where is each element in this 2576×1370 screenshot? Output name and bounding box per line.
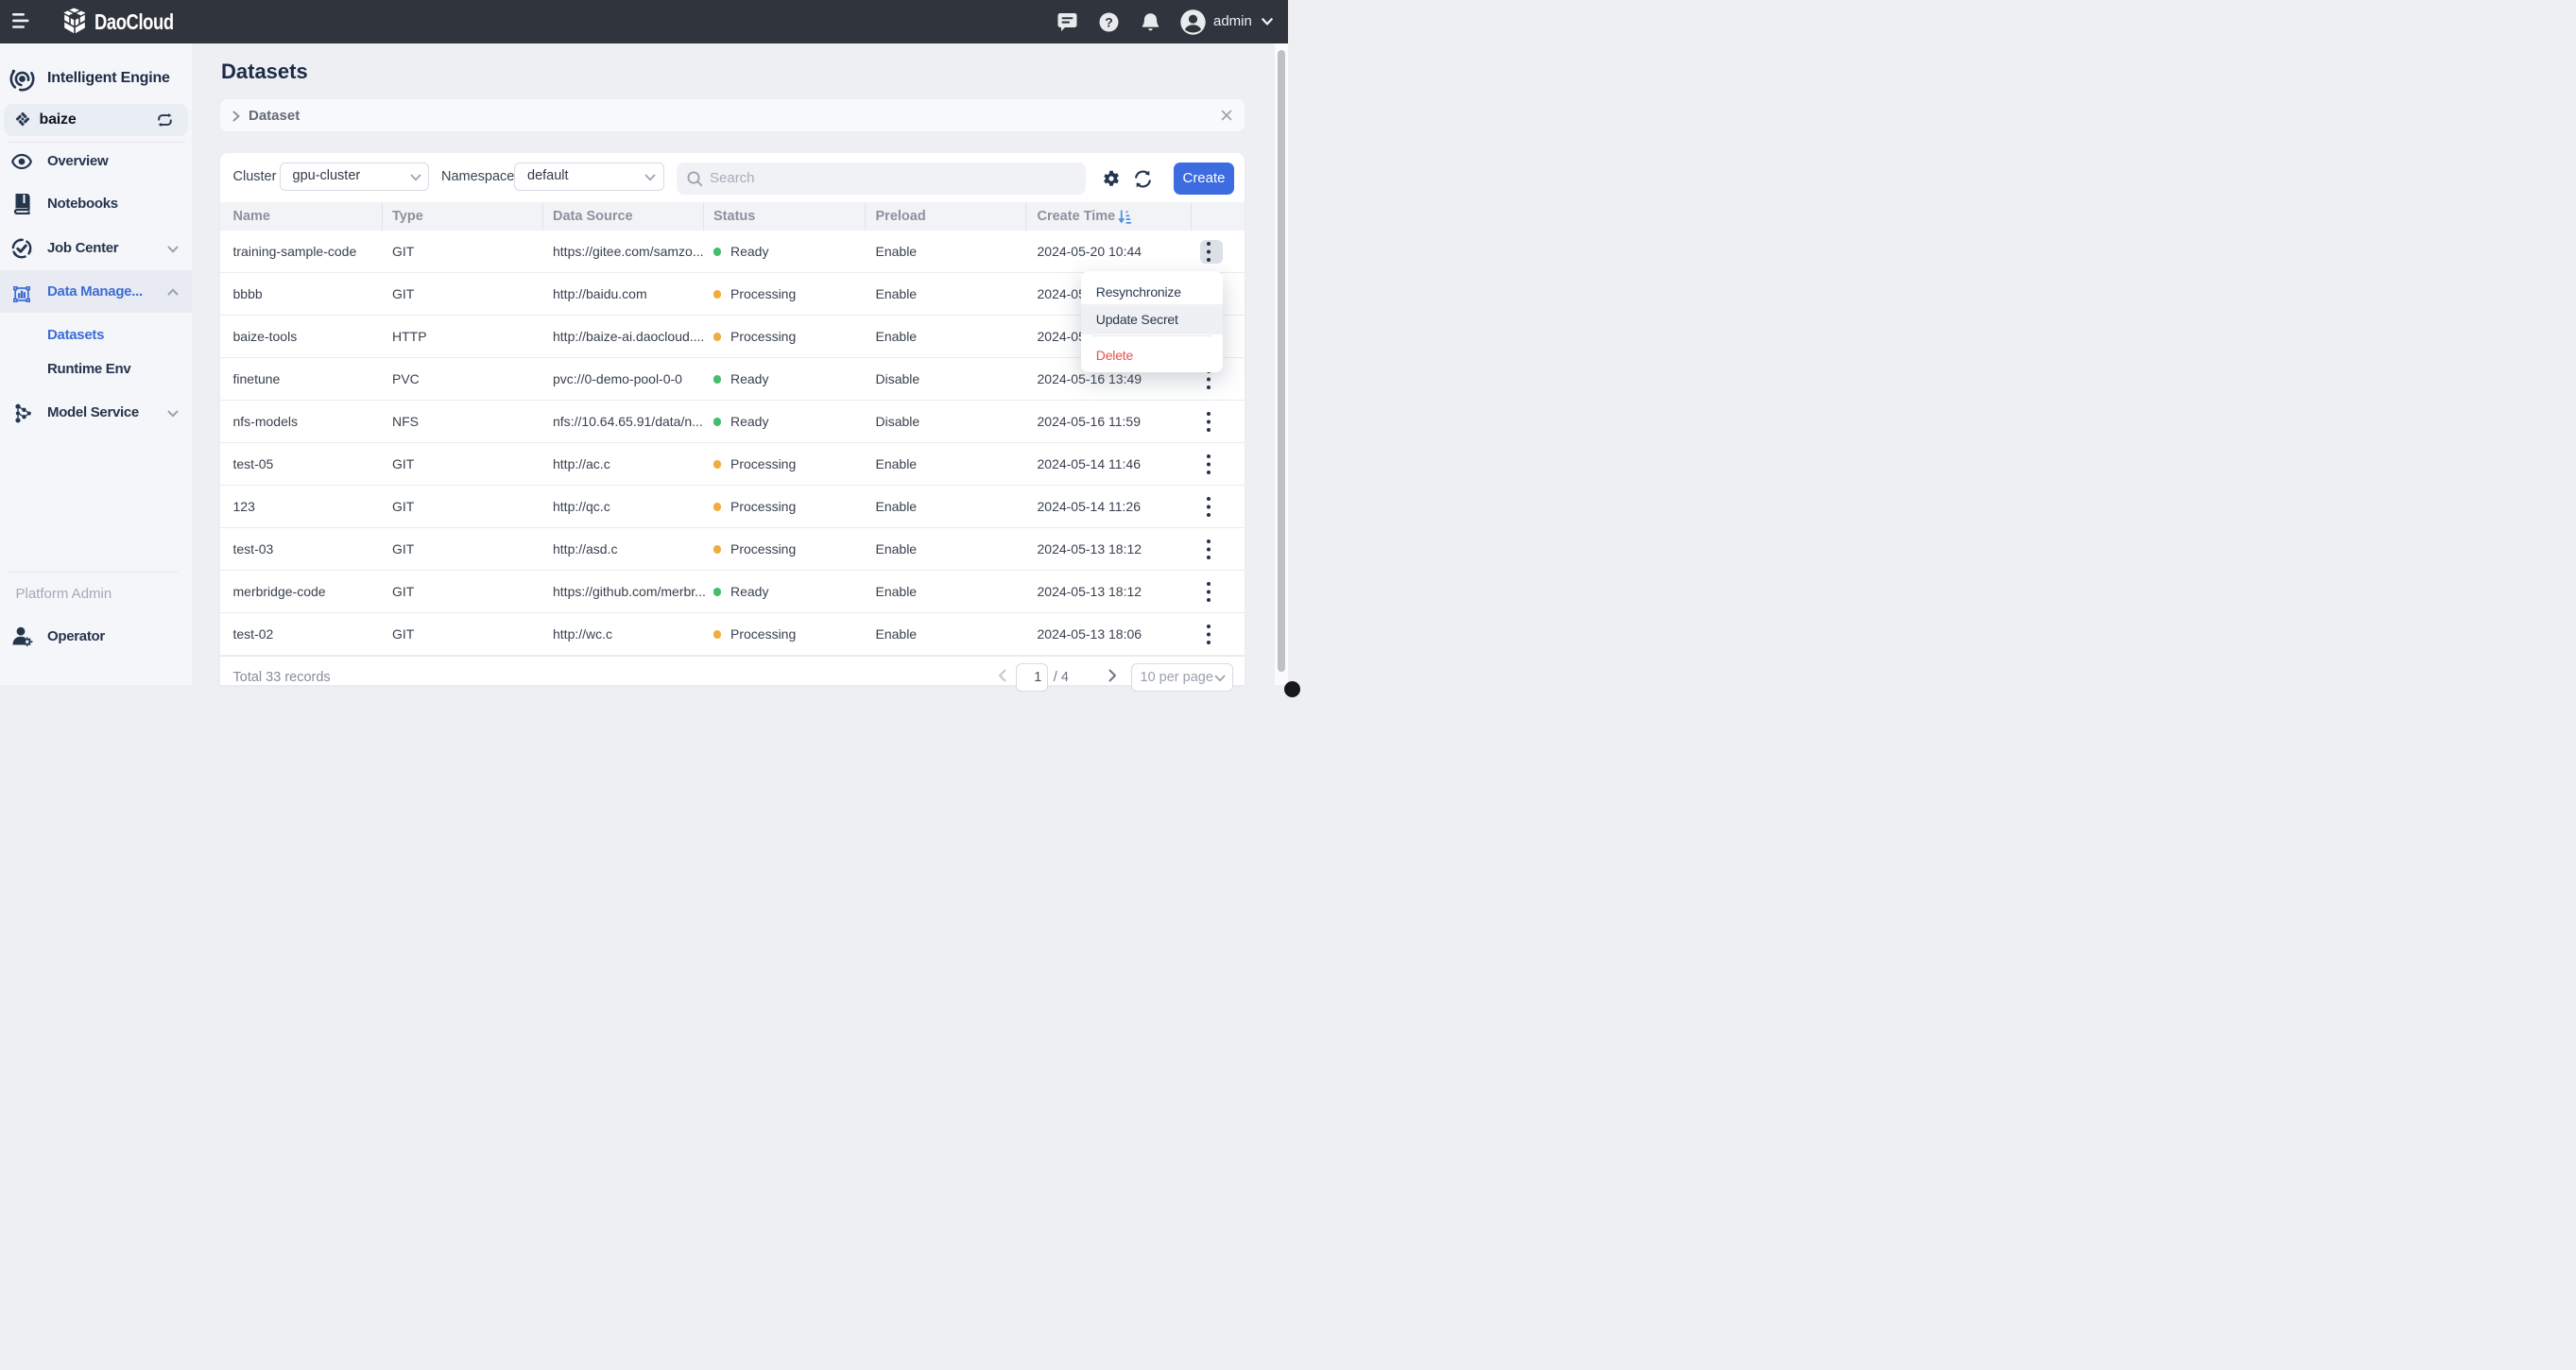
svg-text:?: ? bbox=[1105, 14, 1113, 29]
